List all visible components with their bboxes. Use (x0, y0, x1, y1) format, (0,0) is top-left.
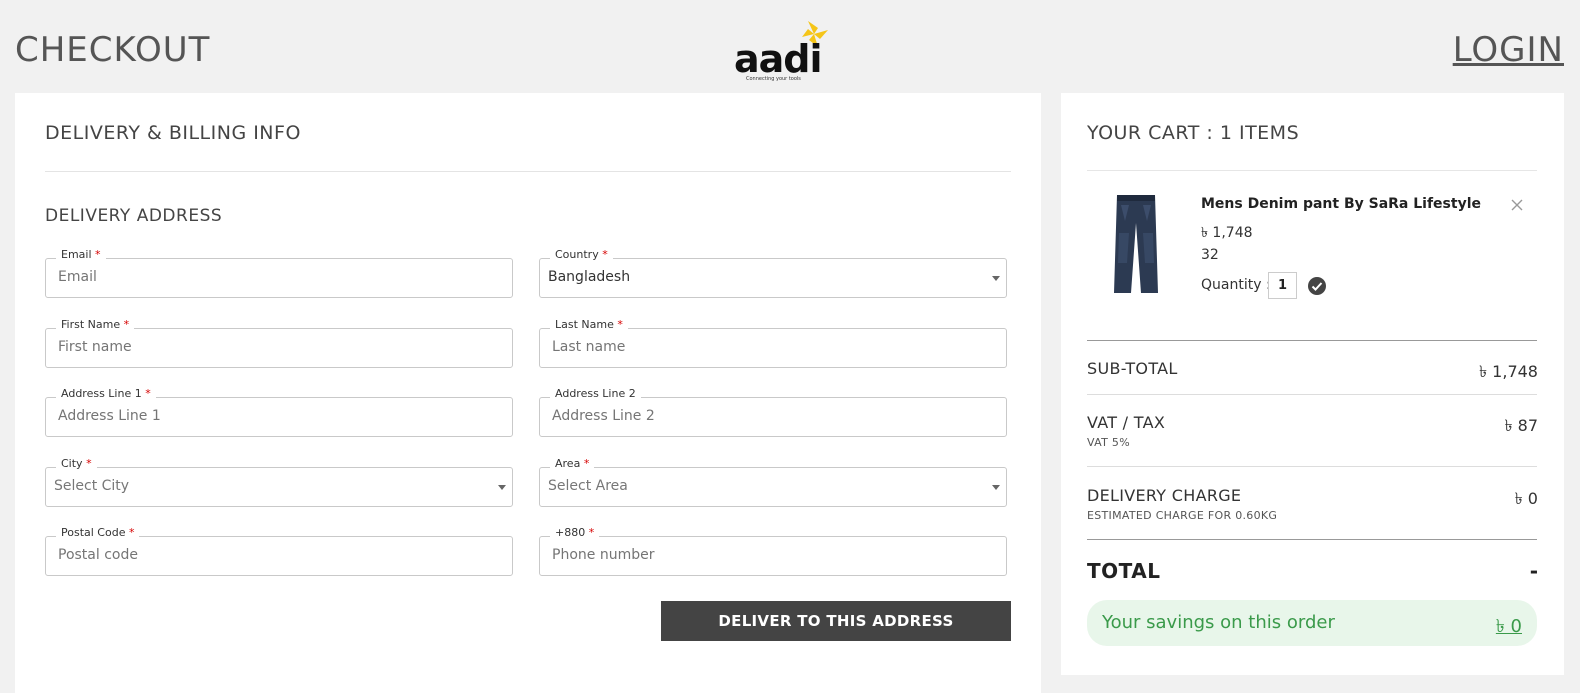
phone-field[interactable]: +880 * (539, 526, 1007, 576)
country-select[interactable]: Country * Bangladesh (539, 248, 1007, 298)
total-value: - (1529, 559, 1538, 583)
delivery-billing-panel: DELIVERY & BILLING INFO DELIVERY ADDRESS… (15, 93, 1041, 693)
check-circle-icon[interactable] (1308, 277, 1326, 295)
subtotal-label: SUB-TOTAL (1087, 359, 1178, 378)
divider (45, 171, 1011, 172)
page-title: CHECKOUT (15, 30, 211, 70)
product-name[interactable]: Mens Denim pant By SaRa Lifestyle (1201, 196, 1481, 212)
last-name-field[interactable]: Last Name * (539, 318, 1007, 368)
email-field[interactable]: Email * (45, 248, 513, 298)
savings-value[interactable]: ৳ 0 (1496, 612, 1522, 643)
total-label: TOTAL (1087, 559, 1161, 583)
required-mark: * (602, 248, 608, 261)
country-value: Bangladesh (548, 269, 631, 285)
required-mark: * (123, 318, 130, 331)
vat-label: VAT / TAX (1087, 413, 1166, 432)
first-name-input[interactable] (58, 339, 478, 355)
required-mark: * (128, 526, 135, 539)
area-select[interactable]: Area * Select Area (539, 457, 1007, 507)
chevron-down-icon (992, 485, 1000, 490)
address-line-1-label: Address Line 1 (61, 387, 142, 400)
required-mark: * (583, 457, 590, 470)
vat-value: ৳ 87 (1504, 416, 1538, 435)
email-label: Email (61, 248, 92, 261)
required-mark: * (588, 526, 595, 539)
last-name-label: Last Name (555, 318, 614, 331)
phone-prefix-label: +880 (555, 526, 586, 539)
divider (1087, 394, 1537, 395)
divider (1087, 170, 1537, 171)
postal-code-field[interactable]: Postal Code * (45, 526, 513, 576)
address-line-1-field[interactable]: Address Line 1 * (45, 387, 513, 437)
email-input[interactable] (58, 269, 478, 285)
product-price: ৳ 1,748 (1201, 225, 1253, 241)
last-name-input[interactable] (552, 339, 972, 355)
svg-text:Connecting your tools: Connecting your tools (746, 76, 801, 82)
logo-icon: aadi Connecting your tools (734, 21, 828, 82)
savings-banner: Your savings on this order ৳ 0 (1087, 600, 1537, 646)
postal-code-label: Postal Code (61, 526, 126, 539)
svg-text:aadi: aadi (734, 37, 822, 81)
close-icon[interactable] (1510, 197, 1524, 211)
delivery-charge-note: ESTIMATED CHARGE FOR 0.60KG (1087, 509, 1278, 522)
required-mark: * (86, 457, 92, 470)
chevron-down-icon (498, 485, 506, 490)
city-select[interactable]: City * Select City (45, 457, 513, 507)
postal-code-input[interactable] (58, 547, 478, 563)
jeans-image[interactable] (1111, 193, 1161, 297)
vat-rate: VAT 5% (1087, 436, 1130, 449)
divider (1087, 340, 1537, 341)
area-placeholder: Select Area (548, 478, 628, 494)
quantity-input[interactable] (1268, 272, 1297, 299)
deliver-to-address-button[interactable]: DELIVER TO THIS ADDRESS (661, 601, 1011, 641)
first-name-field[interactable]: First Name * (45, 318, 513, 368)
area-label: Area (555, 457, 581, 470)
required-mark: * (145, 387, 151, 400)
jeans-icon (1114, 195, 1158, 293)
chevron-down-icon (992, 276, 1000, 281)
divider (1087, 539, 1537, 540)
section-title: DELIVERY & BILLING INFO (45, 122, 301, 144)
required-mark: * (617, 318, 623, 331)
delivery-charge-value: ৳ 0 (1514, 489, 1538, 508)
divider (1087, 466, 1537, 467)
cart-title: YOUR CART : 1 ITEMS (1087, 122, 1300, 144)
city-label: City (61, 457, 83, 470)
brand-logo[interactable]: aadi Connecting your tools (732, 20, 836, 82)
first-name-label: First Name (61, 318, 121, 331)
address-line-2-input[interactable] (552, 408, 972, 424)
address-line-2-label: Address Line 2 (550, 387, 641, 400)
phone-input[interactable] (552, 547, 972, 563)
product-size: 32 (1201, 247, 1219, 263)
country-label: Country (555, 248, 599, 261)
address-line-2-field[interactable]: Address Line 2 (539, 387, 1007, 437)
required-mark: * (95, 248, 101, 261)
delivery-address-heading: DELIVERY ADDRESS (45, 206, 223, 226)
address-line-1-input[interactable] (58, 408, 478, 424)
city-placeholder: Select City (54, 478, 130, 494)
login-link[interactable]: LOGIN (1453, 30, 1564, 70)
savings-label: Your savings on this order (1102, 612, 1335, 633)
delivery-charge-label: DELIVERY CHARGE (1087, 486, 1242, 505)
cart-panel: YOUR CART : 1 ITEMS Mens Denim pant By S… (1061, 93, 1564, 675)
quantity-label: Quantity : (1201, 277, 1271, 293)
header: CHECKOUT aadi Connecting your tools LOGI… (0, 0, 1580, 92)
subtotal-value: ৳ 1,748 (1479, 362, 1538, 381)
